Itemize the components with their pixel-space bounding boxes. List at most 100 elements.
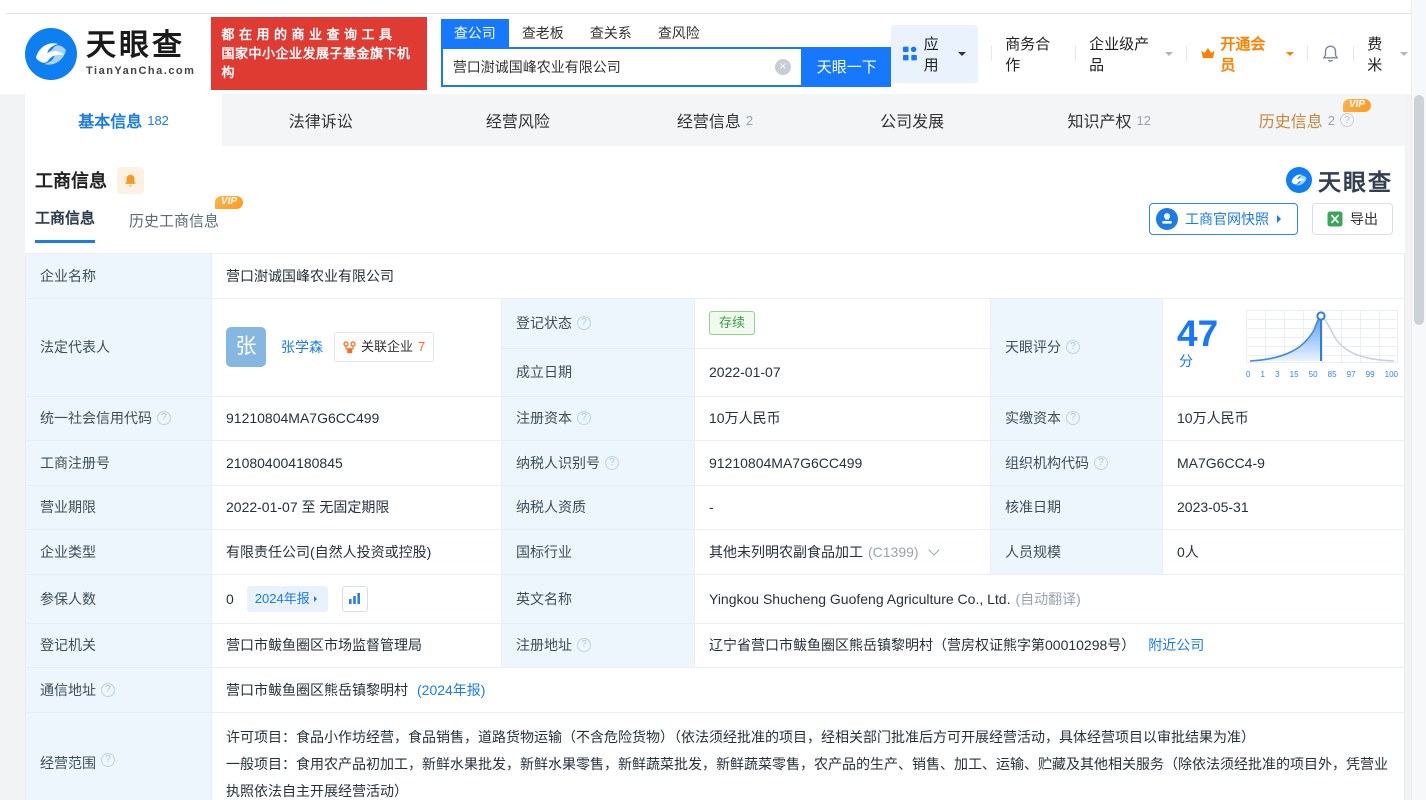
official-snapshot-button[interactable]: 工商官网快照: [1149, 203, 1298, 235]
help-icon[interactable]: [605, 456, 619, 470]
value-registration-status: 存续: [695, 299, 991, 349]
industry-code: (C1399): [868, 542, 919, 562]
label-text: 成立日期: [516, 362, 572, 382]
chart-axis-labels: 0131550859799100: [1246, 365, 1398, 385]
tab-label: 历史信息: [1259, 108, 1323, 132]
nav-open-vip[interactable]: 开通会员: [1200, 33, 1295, 75]
value-registration-number: 210804004180845: [212, 441, 502, 486]
label-tianyan-score: 天眼评分: [991, 299, 1163, 397]
score-distribution-chart: 0131550859799100: [1246, 310, 1398, 385]
label-text: 登记机关: [40, 635, 96, 655]
value-taxpayer-id: 91210804MA7G6CC499: [695, 441, 991, 486]
label-text: 国标行业: [516, 542, 572, 562]
label-text: 法定代表人: [40, 337, 110, 357]
help-icon[interactable]: [1066, 411, 1080, 425]
search-tab-relation[interactable]: 查关系: [577, 19, 645, 47]
apps-menu[interactable]: 应用: [891, 25, 979, 83]
user-menu[interactable]: 费米: [1367, 33, 1408, 75]
company-tabbar: 基本信息 182 法律诉讼 经营风险 经营信息 2 公司发展 知识产权 12 V…: [25, 94, 1405, 146]
bell-icon: [123, 173, 138, 188]
label-text: 登记状态: [516, 313, 572, 333]
tab-basic-info[interactable]: 基本信息 182: [25, 94, 222, 146]
value-tianyan-score[interactable]: 47分: [1163, 299, 1405, 397]
nav-enterprise[interactable]: 企业级产品: [1089, 33, 1172, 75]
section-title: 工商信息: [35, 167, 107, 193]
search-input[interactable]: [443, 59, 775, 75]
related-count: 7: [418, 337, 425, 357]
clear-search-icon[interactable]: [775, 59, 791, 75]
notifications-bell[interactable]: [1321, 44, 1340, 63]
value-taxpayer-quality: -: [695, 486, 991, 531]
value-national-industry: 其他未列明农副食品加工 (C1399): [695, 530, 991, 575]
help-icon[interactable]: [101, 753, 115, 767]
search-tabs: 查公司 查老板 查关系 查风险: [441, 21, 891, 47]
value-business-term: 2022-01-07 至 无固定期限: [212, 486, 502, 531]
company-name: 营口澍诚国峰农业有限公司: [226, 266, 394, 286]
label-company-name: 企业名称: [26, 254, 212, 299]
tab-operation-risk[interactable]: 经营风险: [419, 94, 616, 146]
tab-intellectual-property[interactable]: 知识产权 12: [1011, 94, 1208, 146]
help-icon[interactable]: [1340, 113, 1354, 127]
subtab-business-registration[interactable]: 工商信息: [35, 207, 95, 243]
help-icon[interactable]: [101, 683, 115, 697]
help-icon[interactable]: [157, 411, 171, 425]
value-org-code: MA7G6CC4-9: [1163, 441, 1405, 486]
chevron-down-icon[interactable]: [928, 545, 939, 556]
related-companies-badge[interactable]: 关联企业 7: [334, 332, 434, 362]
chevron-down-icon: [1400, 52, 1408, 60]
chevron-down-icon: [958, 52, 966, 60]
subtab-label: 历史工商信息: [129, 213, 219, 230]
help-icon[interactable]: [577, 638, 591, 652]
label-text: 统一社会信用代码: [40, 408, 152, 428]
value-business-scope: 许可项目：食品小作坊经营，食品销售，道路货物运输（不含危险货物）（依法须经批准的…: [212, 713, 1405, 800]
value-approval-date: 2023-05-31: [1163, 486, 1405, 531]
trend-chart-button[interactable]: [342, 586, 368, 612]
search-tab-risk[interactable]: 查风险: [645, 19, 713, 47]
avatar[interactable]: 张: [226, 327, 266, 367]
label-registration-number: 工商注册号: [26, 441, 212, 486]
export-label: 导出: [1350, 209, 1378, 229]
company-info-table: 企业名称 营口澍诚国峰农业有限公司 法定代表人 张 张学森 关联企业 7: [25, 253, 1405, 800]
apps-grid-icon: [903, 46, 917, 61]
value-staff-size: 0人: [1163, 530, 1405, 575]
legal-rep-link[interactable]: 张学森: [281, 337, 323, 357]
arrow-right-icon: [1277, 215, 1285, 223]
help-icon[interactable]: [1094, 456, 1108, 470]
header-nav: 应用 商务合作 企业级产品 开通会员: [891, 25, 1408, 83]
scrollbar-thumb[interactable]: [1414, 95, 1424, 325]
divider: [991, 46, 992, 61]
nav-cooperation[interactable]: 商务合作: [1005, 33, 1062, 75]
tianyancha-logo[interactable]: 天眼查 TianYanCha.com: [25, 28, 195, 80]
export-button[interactable]: 导出: [1312, 203, 1393, 235]
subtab-history-registration[interactable]: VIP 历史工商信息: [129, 210, 219, 243]
search-button[interactable]: 天眼一下: [803, 47, 891, 87]
help-icon[interactable]: [577, 411, 591, 425]
tab-history-info[interactable]: VIP 历史信息 2: [1208, 94, 1405, 146]
vip-badge: VIP: [215, 196, 243, 209]
value-credit-code: 91210804MA7G6CC499: [212, 397, 502, 442]
help-icon[interactable]: [577, 316, 591, 330]
label-text: 天眼评分: [1005, 337, 1061, 357]
help-icon[interactable]: [1066, 340, 1080, 354]
tab-business-info[interactable]: 经营信息 2: [616, 94, 813, 146]
label-business-term: 营业期限: [26, 486, 212, 531]
arrow-right-icon: [314, 596, 320, 602]
label-taxpayer-quality: 纳税人资质: [502, 486, 695, 531]
label-org-code: 组织机构代码: [991, 441, 1163, 486]
label-credit-code: 统一社会信用代码: [26, 397, 212, 442]
tab-legal[interactable]: 法律诉讼: [222, 94, 419, 146]
tab-label: 法律诉讼: [289, 108, 353, 132]
tab-company-development[interactable]: 公司发展: [814, 94, 1011, 146]
nav-open-vip-label: 开通会员: [1220, 33, 1276, 75]
label-text: 纳税人资质: [516, 497, 586, 517]
annual-report-link[interactable]: (2024年报): [417, 680, 485, 700]
search-tab-company[interactable]: 查公司: [441, 19, 509, 47]
annual-report-tag[interactable]: 2024年报: [247, 586, 328, 612]
label-mailing-address: 通信地址: [26, 668, 212, 713]
tab-label: 公司发展: [880, 108, 944, 132]
auto-translate-note: (自动翻译): [1015, 589, 1080, 609]
nearby-companies-link[interactable]: 附近公司: [1148, 635, 1204, 655]
search-tab-boss[interactable]: 查老板: [509, 19, 577, 47]
subscribe-bell-button[interactable]: [117, 167, 144, 194]
page-scrollbar[interactable]: [1411, 0, 1426, 800]
